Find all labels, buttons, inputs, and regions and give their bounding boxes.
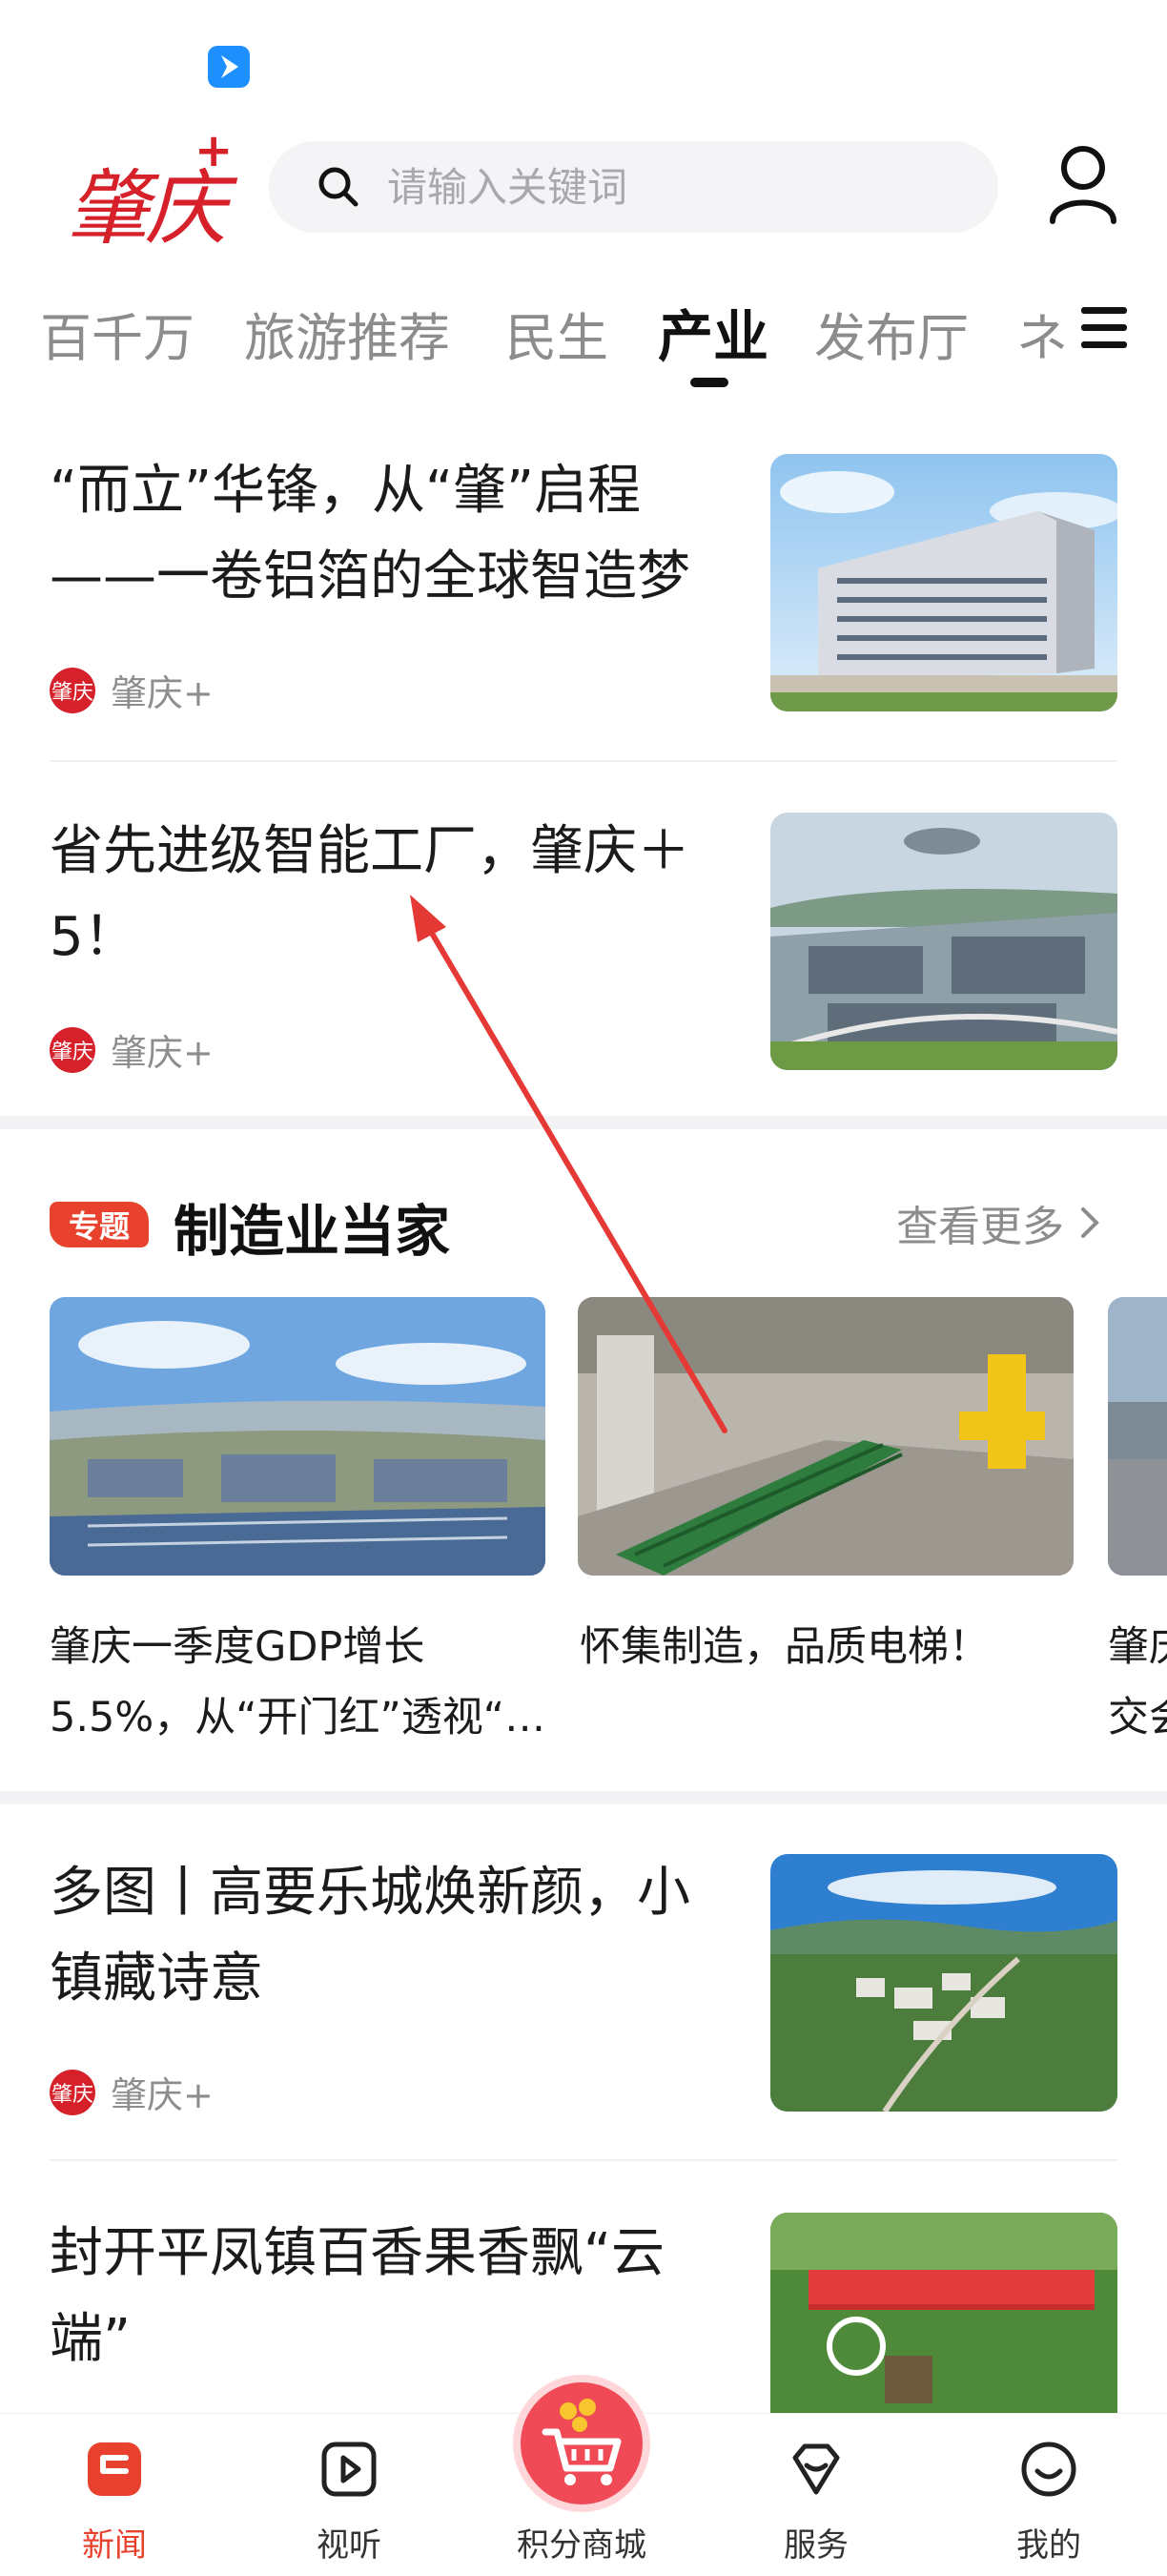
- topic-card-title-1[interactable]: 肇庆一季度GDP增长 5.5%，从“开门红”透视“…: [50, 1612, 545, 1753]
- card-title-line: 肇庆: [1108, 1623, 1167, 1671]
- topic-card-image-2[interactable]: [578, 1297, 1074, 1576]
- user-profile-button[interactable]: [1047, 143, 1119, 225]
- logo-plus: +: [194, 124, 234, 177]
- tab-industry[interactable]: 产业: [658, 292, 768, 372]
- card-title-line: 交会: [1108, 1694, 1167, 1741]
- source-logo-icon: 肇庆: [50, 667, 95, 713]
- active-tab-indicator: [690, 378, 728, 387]
- see-more-link[interactable]: 查看更多: [896, 1192, 1104, 1253]
- menu-icon: [1081, 307, 1127, 348]
- news-thumbnail[interactable]: [770, 813, 1117, 1070]
- source-name: 肇庆+: [111, 1032, 214, 1074]
- notification-app-icon: [208, 46, 250, 88]
- play-icon: [321, 2442, 377, 2497]
- news-thumbnail[interactable]: [770, 2213, 1117, 2413]
- card-title-line: 怀集制造，品质电梯！: [580, 1623, 990, 1671]
- news-thumbnail[interactable]: [770, 454, 1117, 711]
- smile-icon: [1021, 2442, 1076, 2497]
- news-icon: [88, 2442, 141, 2496]
- search-bar[interactable]: [269, 141, 998, 233]
- tab-partial[interactable]: ネ: [1016, 296, 1068, 371]
- news-title[interactable]: 多图丨高要乐城焕新颜，小镇藏诗意: [50, 1850, 727, 2022]
- topic-card-title-2[interactable]: 怀集制造，品质电梯！: [580, 1612, 990, 1682]
- news-thumbnail[interactable]: [770, 1854, 1117, 2112]
- source-name: 肇庆+: [111, 672, 214, 714]
- nav-media[interactable]: 视听: [273, 2414, 425, 2576]
- service-icon: [792, 2443, 840, 2495]
- search-input[interactable]: [385, 162, 961, 212]
- source-name: 肇庆+: [111, 2074, 214, 2116]
- divider: [50, 760, 1117, 762]
- nav-label: 服务: [784, 2526, 849, 2565]
- category-tabs: 百千万 旅游推荐 民生 产业 发布厅 ネ: [0, 286, 1068, 391]
- tab-baiqianwan[interactable]: 百千万: [40, 296, 194, 371]
- news-source: 肇庆 肇庆+: [50, 664, 214, 716]
- news-source: 肇庆 肇庆+: [50, 1023, 214, 1076]
- section-separator: [0, 1116, 1167, 1129]
- nav-news[interactable]: 新闻: [38, 2414, 191, 2576]
- tab-livelihood[interactable]: 民生: [505, 296, 608, 371]
- section-separator: [0, 1791, 1167, 1804]
- topic-card-image-3[interactable]: [1108, 1297, 1167, 1576]
- news-title[interactable]: “而立”华锋，从“肇”启程——一卷铝箔的全球智造梦: [50, 448, 727, 620]
- see-more-label: 查看更多: [896, 1203, 1064, 1251]
- topic-badge: 专题: [50, 1202, 149, 1247]
- topic-card-image-1[interactable]: [50, 1297, 545, 1576]
- tab-press-hall[interactable]: 发布厅: [814, 296, 969, 371]
- app-logo[interactable]: 肇庆 +: [67, 124, 233, 257]
- source-logo-icon: 肇庆: [50, 2069, 95, 2115]
- cart-icon: [542, 2399, 622, 2485]
- nav-label: 新闻: [82, 2526, 147, 2565]
- source-logo-icon: 肇庆: [50, 1026, 95, 1073]
- news-source: 肇庆 肇庆+: [50, 2066, 214, 2118]
- topic-title: 制造业当家: [174, 1199, 451, 1264]
- user-icon: [1050, 146, 1116, 224]
- nav-label: 积分商城: [517, 2526, 646, 2565]
- news-title[interactable]: 省先进级智能工厂，肇庆＋5！: [50, 809, 727, 980]
- card-title-line: 肇庆一季度GDP增长: [50, 1623, 425, 1671]
- nav-service[interactable]: 服务: [740, 2414, 892, 2576]
- topic-card-title-3[interactable]: 肇庆 交会: [1108, 1612, 1167, 1753]
- chevron-right-icon: [1081, 1207, 1099, 1238]
- nav-mine[interactable]: 我的: [972, 2414, 1125, 2576]
- points-mall-button[interactable]: [521, 2382, 643, 2504]
- nav-label: 我的: [1016, 2526, 1081, 2565]
- card-title-line: 5.5%，从“开门红”透视“…: [50, 1694, 546, 1741]
- nav-label: 视听: [317, 2526, 381, 2565]
- menu-button[interactable]: [1077, 303, 1131, 353]
- divider: [50, 2159, 1117, 2161]
- tab-travel[interactable]: 旅游推荐: [244, 296, 450, 371]
- search-icon: [318, 167, 358, 207]
- news-title[interactable]: 封开平凤镇百香果香飘“云端”: [50, 2211, 727, 2382]
